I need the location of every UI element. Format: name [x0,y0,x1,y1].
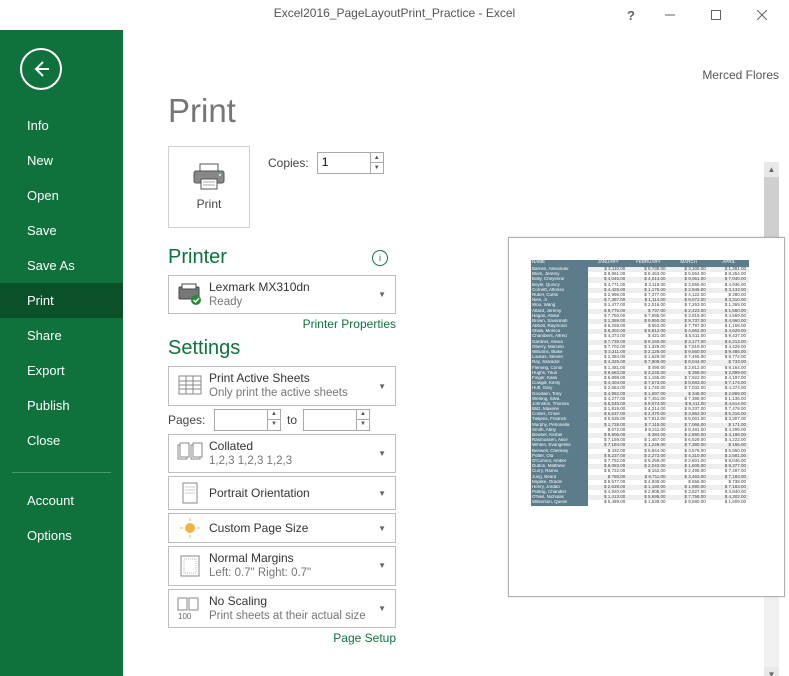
portrait-icon [175,481,205,505]
collation-dropdown[interactable]: Collated 1,2,3 1,2,3 1,2,3 ▼ [168,434,396,473]
copies-up-icon[interactable]: ▲ [371,153,383,162]
chevron-down-icon: ▼ [375,489,389,498]
page-size-icon [175,518,205,538]
pages-from-input[interactable] [215,410,267,428]
spin-down-icon[interactable]: ▼ [268,419,280,429]
printer-status-icon [175,283,205,307]
sidebar-item-print[interactable]: Print [0,283,123,318]
chevron-down-icon: ▼ [375,449,389,458]
scope-line2: Only print the active sheets [209,386,375,400]
margins-icon [175,554,205,578]
backstage-sidebar: Info New Open Save Save As Print Share E… [0,30,123,676]
pages-to-spinner[interactable]: ▲▼ [303,409,370,431]
back-button[interactable] [20,48,62,90]
page-size-dropdown[interactable]: Custom Page Size ▼ [168,513,396,543]
scaling-icon: 100 [175,596,205,620]
spin-down-icon[interactable]: ▼ [357,419,369,429]
sidebar-item-account[interactable]: Account [0,483,123,518]
sidebar-item-save[interactable]: Save [0,213,123,248]
spin-up-icon[interactable]: ▲ [268,410,280,419]
active-sheets-icon [175,375,205,397]
margins-line2: Left: 0.7" Right: 0.7" [209,566,375,580]
pages-to-input[interactable] [304,410,356,428]
margins-dropdown[interactable]: Normal Margins Left: 0.7" Right: 0.7" ▼ [168,546,396,585]
print-scope-dropdown[interactable]: Print Active Sheets Only print the activ… [168,366,396,405]
margins-line1: Normal Margins [209,551,375,566]
sidebar-item-export[interactable]: Export [0,353,123,388]
scaling-dropdown[interactable]: 100 No Scaling Print sheets at their act… [168,589,396,628]
page-setup-link[interactable]: Page Setup [168,631,396,645]
sidebar-item-open[interactable]: Open [0,178,123,213]
sidebar-item-new[interactable]: New [0,143,123,178]
printer-heading: Printer [168,246,227,269]
maximize-icon[interactable] [693,4,739,26]
scroll-up-icon[interactable]: ▲ [764,162,779,177]
minimize-icon[interactable] [647,4,693,26]
orientation-line1: Portrait Orientation [209,486,375,501]
chevron-down-icon: ▼ [375,561,389,570]
account-user-name[interactable]: Merced Flores [702,68,779,82]
scaling-line2: Print sheets at their actual size [209,609,375,623]
page-title: Print [168,92,789,130]
printer-name: Lexmark MX310dn [209,280,375,295]
printer-info-icon[interactable]: i [372,250,388,266]
settings-heading: Settings [168,337,240,360]
sidebar-item-options[interactable]: Options [0,518,123,553]
spin-up-icon[interactable]: ▲ [357,410,369,419]
scroll-down-icon[interactable]: ▼ [764,667,779,676]
chevron-down-icon: ▼ [375,382,389,391]
pages-label: Pages: [168,413,208,427]
copies-spinner[interactable]: ▲ ▼ [317,152,384,174]
copies-label: Copies: [268,156,309,170]
close-icon[interactable] [739,4,785,26]
copies-down-icon[interactable]: ▼ [371,162,383,172]
printer-dropdown[interactable]: Lexmark MX310dn Ready ▼ [168,275,396,314]
chevron-down-icon: ▼ [375,290,389,299]
print-button[interactable]: Print [168,146,250,228]
sidebar-item-saveas[interactable]: Save As [0,248,123,283]
sidebar-item-share[interactable]: Share [0,318,123,353]
chevron-down-icon: ▼ [375,524,389,533]
printer-properties-link[interactable]: Printer Properties [168,317,396,331]
sidebar-divider [12,472,111,473]
page-size-line1: Custom Page Size [209,521,375,536]
print-preview-page: NAMEJANUARYFEBRUARYMARCHAPRILBarnes, Ale… [508,237,785,597]
copies-input[interactable] [318,153,370,171]
pages-from-spinner[interactable]: ▲▼ [214,409,281,431]
printer-status: Ready [209,295,375,309]
pages-to-label: to [287,413,297,427]
print-button-label: Print [197,197,222,211]
sidebar-item-close[interactable]: Close [0,423,123,458]
scaling-line1: No Scaling [209,594,375,609]
help-icon[interactable]: ? [615,4,647,26]
collated-icon [175,442,205,464]
orientation-dropdown[interactable]: Portrait Orientation ▼ [168,476,396,510]
scope-line1: Print Active Sheets [209,371,375,386]
svg-text:100: 100 [178,612,192,620]
collation-line2: 1,2,3 1,2,3 1,2,3 [209,454,375,468]
sidebar-item-publish[interactable]: Publish [0,388,123,423]
chevron-down-icon: ▼ [375,604,389,613]
printer-icon [192,163,226,191]
collation-line1: Collated [209,439,375,454]
preview-table: NAMEJANUARYFEBRUARYMARCHAPRILBarnes, Ale… [531,260,749,506]
sidebar-item-info[interactable]: Info [0,108,123,143]
